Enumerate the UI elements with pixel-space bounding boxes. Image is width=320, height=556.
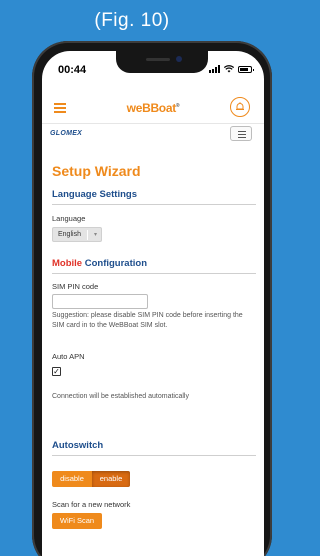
- signal-icon: [209, 65, 220, 73]
- connection-note: Connection will be established automatic…: [52, 393, 189, 400]
- status-time: 00:44: [58, 64, 87, 76]
- chevron-down-icon: ▾: [87, 230, 97, 240]
- glomex-logo: GLOMEX: [50, 130, 83, 137]
- scan-label: Scan for a new network: [52, 500, 131, 509]
- mobile-configuration-heading: Mobile Configuration: [52, 258, 256, 274]
- autoswitch-toggle: disable enable: [52, 471, 130, 487]
- mobile-heading-rest: Configuration: [82, 258, 147, 269]
- sim-pin-input[interactable]: [52, 294, 148, 309]
- phone-screen: 00:44 weBBoat® GLOMEX Setup Wizard Langu…: [42, 51, 264, 556]
- language-settings-heading: Language Settings: [52, 189, 256, 205]
- phone-frame: 00:44 weBBoat® GLOMEX Setup Wizard Langu…: [32, 41, 272, 556]
- auto-apn-checkbox[interactable]: ✓: [52, 367, 61, 376]
- wifi-scan-button[interactable]: WiFi Scan: [52, 513, 102, 529]
- sub-header: GLOMEX: [42, 123, 264, 147]
- phone-notch: [116, 51, 208, 73]
- sim-pin-label: SIM PIN code: [52, 282, 99, 291]
- wifi-icon: [224, 65, 234, 73]
- sim-pin-suggestion: Suggestion: please disable SIM PIN code …: [52, 312, 243, 329]
- enable-button[interactable]: enable: [92, 471, 130, 487]
- status-icons: [209, 65, 254, 73]
- autoswitch-heading: Autoswitch: [52, 440, 256, 456]
- auto-apn-label: Auto APN: [52, 352, 85, 361]
- battery-icon: [238, 65, 254, 73]
- menu-icon[interactable]: [230, 126, 252, 141]
- language-label: Language: [52, 214, 86, 223]
- figure-label: (Fig. 10): [94, 10, 170, 31]
- app-header: weBBoat®: [42, 95, 264, 123]
- language-value: English: [58, 231, 81, 238]
- alarm-icon[interactable]: [230, 97, 250, 117]
- page-title: Setup Wizard: [52, 163, 141, 179]
- disable-button[interactable]: disable: [52, 471, 92, 487]
- mobile-heading-red: Mobile: [52, 258, 83, 269]
- language-select[interactable]: English ▾: [52, 227, 102, 242]
